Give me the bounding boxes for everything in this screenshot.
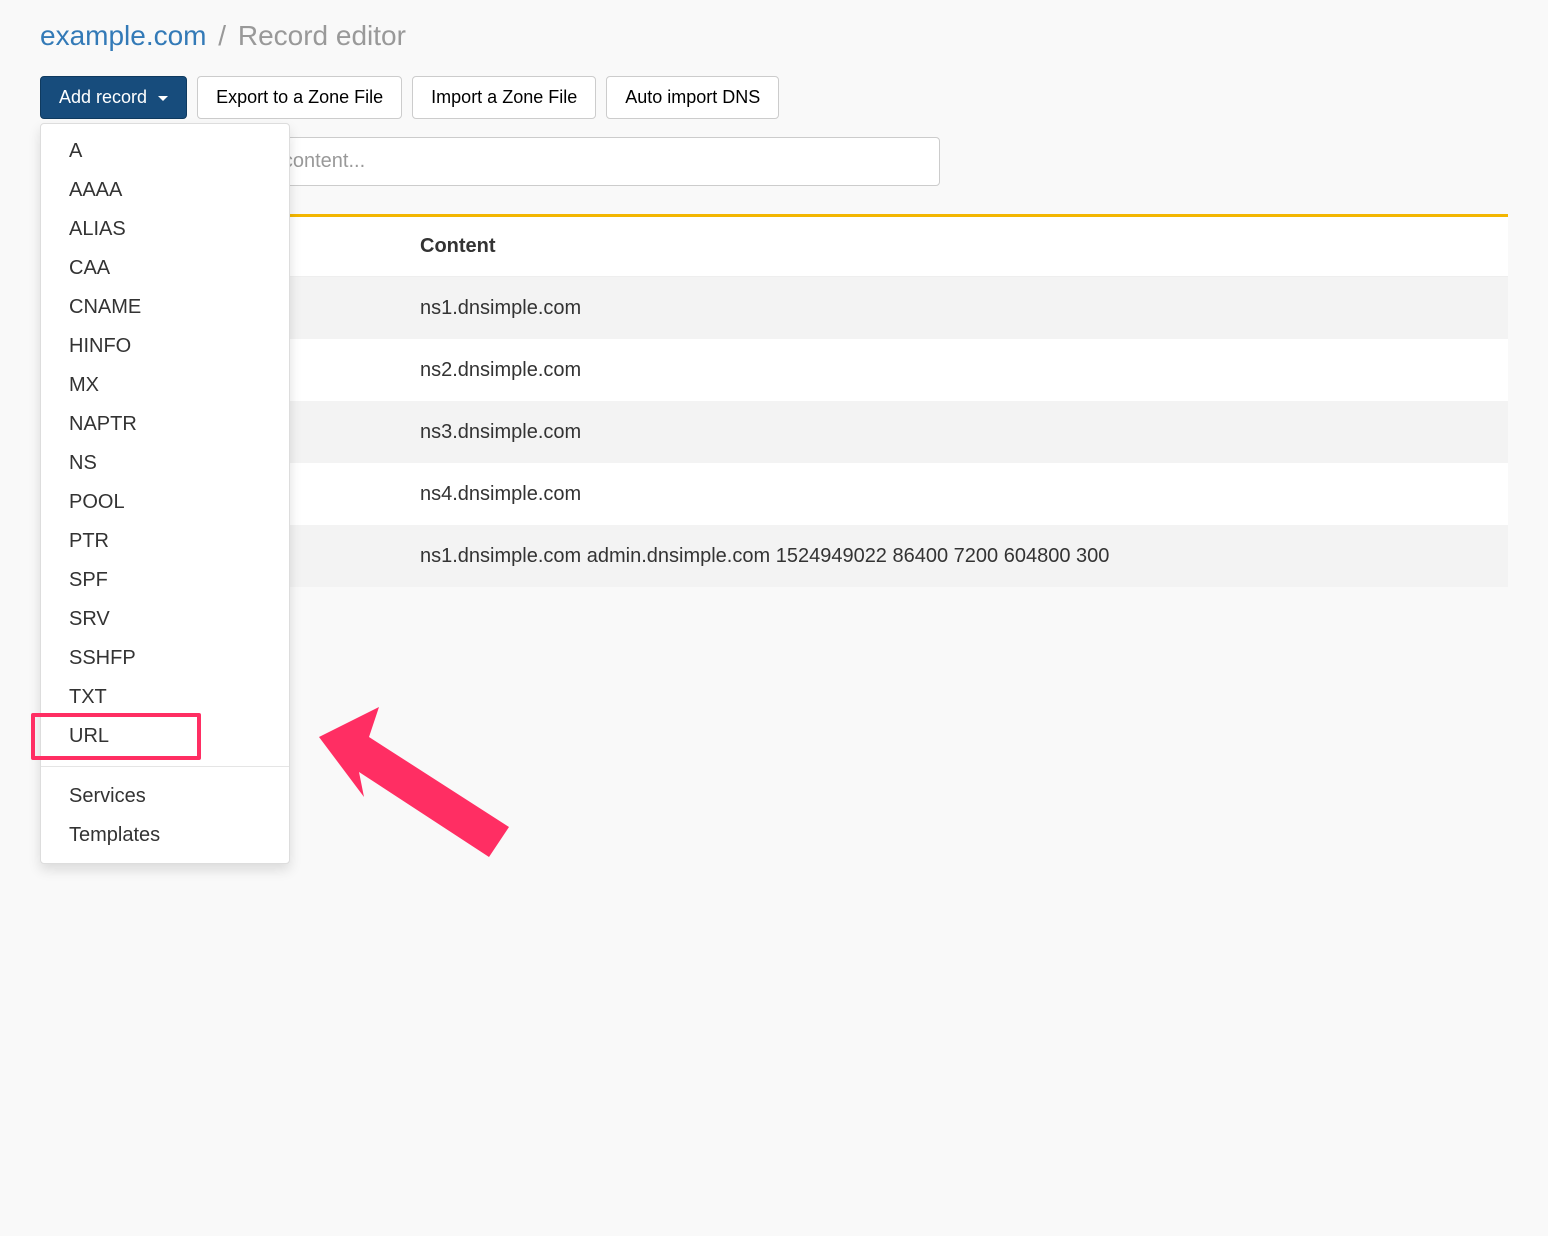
record-type-pool[interactable]: POOL [41,483,289,522]
record-type-srv[interactable]: SRV [41,600,289,639]
cell-content: ns1.dnsimple.com [420,297,581,320]
cell-content: ns2.dnsimple.com [420,359,581,382]
caret-down-icon [158,96,168,101]
record-type-spf[interactable]: SPF [41,561,289,600]
record-type-a[interactable]: A [41,132,289,171]
breadcrumb-domain-link[interactable]: example.com [40,20,207,51]
record-type-aaaa[interactable]: AAAA [41,171,289,210]
menu-item-templates[interactable]: Templates [41,816,289,855]
cell-content: ns3.dnsimple.com [420,421,581,444]
record-type-hinfo[interactable]: HINFO [41,327,289,366]
cell-content: ns1.dnsimple.com admin.dnsimple.com 1524… [420,545,1109,568]
record-type-ptr[interactable]: PTR [41,522,289,561]
record-type-alias[interactable]: ALIAS [41,210,289,249]
record-type-ns[interactable]: NS [41,444,289,483]
cell-content: ns4.dnsimple.com [420,483,581,506]
record-type-naptr[interactable]: NAPTR [41,405,289,444]
record-type-cname[interactable]: CNAME [41,288,289,327]
export-zone-button[interactable]: Export to a Zone File [197,76,402,119]
record-type-caa[interactable]: CAA [41,249,289,288]
record-type-mx[interactable]: MX [41,366,289,405]
record-type-sshfp[interactable]: SSHFP [41,639,289,678]
breadcrumb-separator: / [218,20,226,51]
add-record-dropdown: Add record AAAAAALIASCAACNAMEHINFOMXNAPT… [40,76,187,119]
record-type-url[interactable]: URL [41,717,289,756]
breadcrumb: example.com / Record editor [40,20,1508,52]
import-zone-button[interactable]: Import a Zone File [412,76,596,119]
auto-import-dns-button[interactable]: Auto import DNS [606,76,779,119]
annotation-arrow-icon [309,697,529,877]
add-record-button[interactable]: Add record [40,76,187,119]
toolbar: Add record AAAAAALIASCAACNAMEHINFOMXNAPT… [40,76,1508,119]
menu-item-services[interactable]: Services [41,777,289,816]
menu-divider [41,766,289,767]
record-type-menu: AAAAAALIASCAACNAMEHINFOMXNAPTRNSPOOLPTRS… [40,123,290,864]
record-type-txt[interactable]: TXT [41,678,289,717]
add-record-label: Add record [59,87,147,107]
column-header-content: Content [420,235,496,258]
page-title: Record editor [238,20,406,51]
